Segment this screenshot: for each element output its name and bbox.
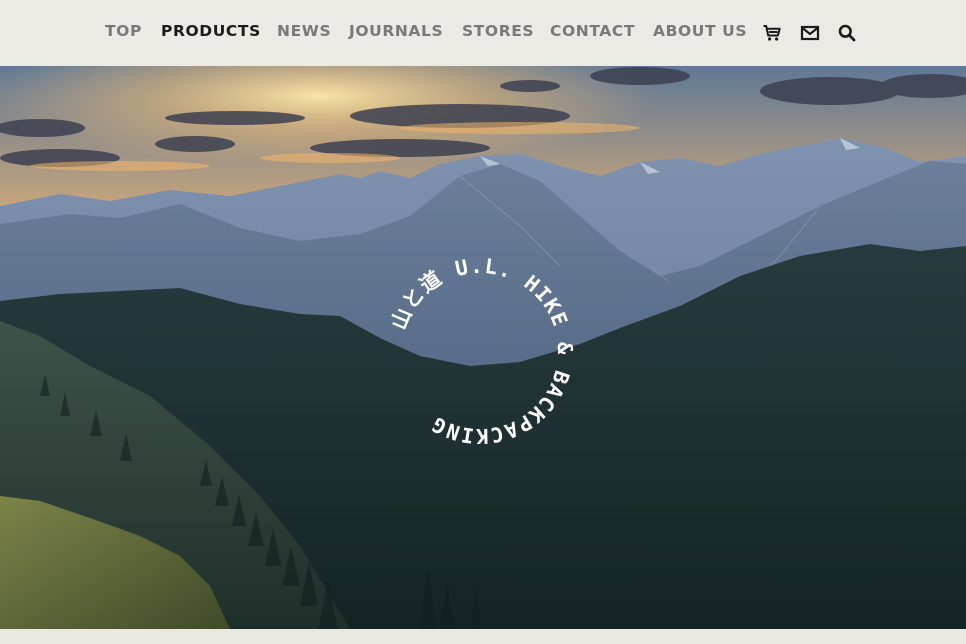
circular-logo: 山と道 U.L. HIKE & BACKPACKING (386, 254, 577, 448)
page-bottom-strip (0, 629, 966, 644)
top-navigation-bar: TOP PRODUCTS NEWS JOURNALS STORES CONTAC… (0, 0, 966, 66)
svg-text:山と道 U.L. HIKE & BACKPACKING: 山と道 U.L. HIKE & BACKPACKING (386, 254, 577, 448)
mail-icon[interactable] (800, 23, 820, 43)
nav-item-top[interactable]: TOP (105, 22, 142, 40)
nav-item-about-us[interactable]: ABOUT US (653, 22, 747, 40)
hero-banner: 山と道 U.L. HIKE & BACKPACKING (0, 66, 966, 629)
cart-icon[interactable] (762, 23, 782, 43)
nav-item-stores[interactable]: STORES (462, 22, 534, 40)
nav-item-products[interactable]: PRODUCTS (161, 22, 261, 40)
search-icon[interactable] (837, 23, 857, 43)
main-nav: TOP PRODUCTS NEWS JOURNALS STORES CONTAC… (0, 0, 966, 66)
nav-item-journals[interactable]: JOURNALS (349, 22, 443, 40)
circular-logo-text: 山と道 U.L. HIKE & BACKPACKING (386, 254, 576, 448)
nav-item-contact[interactable]: CONTACT (550, 22, 635, 40)
nav-item-news[interactable]: NEWS (277, 22, 331, 40)
